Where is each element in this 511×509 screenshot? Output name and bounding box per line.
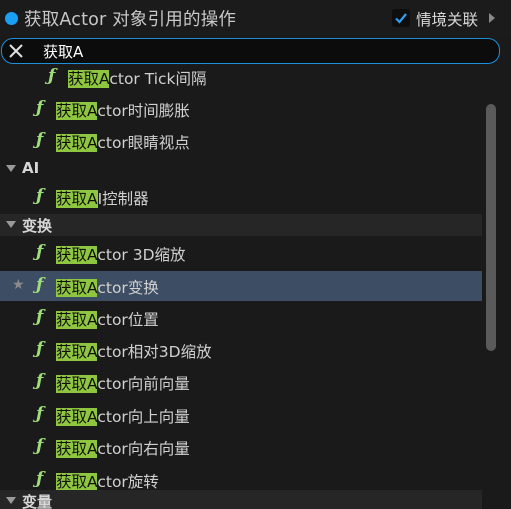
action-label-rest: ctor眼睛视点 (97, 134, 190, 152)
action-label-rest: ctor向右向量 (97, 440, 190, 458)
action-label: 获取Actor向前向量 (56, 372, 190, 394)
action-label: 获取Actor旋转 (56, 470, 159, 492)
action-label-rest: ctor向前向量 (97, 375, 190, 393)
function-icon: ƒ (36, 98, 44, 118)
action-list[interactable]: ƒ 获取Actor Tick间隔 ƒ 获取Actor时间膨胀 ƒ 获取Actor眼睛视点 A… (0, 64, 484, 509)
action-item[interactable]: ƒ 获取Actor眼睛视点 (0, 126, 482, 156)
action-label-rest: ctor时间膨胀 (97, 102, 190, 120)
function-icon: ƒ (36, 469, 44, 489)
search-match-highlight: 获取A (56, 375, 98, 393)
blueprint-context-icon (5, 12, 18, 25)
action-item[interactable]: ƒ 获取Actor向上向量 (0, 400, 482, 430)
action-label: 获取Actor位置 (56, 308, 159, 330)
category-label: 变换 (22, 217, 53, 235)
action-item[interactable]: ƒ 获取Actor向右向量 (0, 432, 482, 462)
action-label: 获取Actor相对3D缩放 (56, 340, 212, 362)
function-icon: ƒ (36, 371, 44, 391)
search-match-highlight: 获取A (68, 70, 110, 88)
function-icon: ƒ (36, 242, 44, 262)
search-match-highlight: 获取A (56, 440, 98, 458)
action-item[interactable]: ★ ƒ 获取Actor变换 (0, 271, 482, 301)
function-icon: ƒ (36, 275, 44, 295)
context-sensitive-label[interactable]: 情境关联 (416, 8, 478, 30)
favorite-star-icon[interactable]: ★ (12, 277, 25, 293)
action-label: 获取Actor向上向量 (56, 405, 190, 427)
action-label: 获取Actor Tick间隔 (68, 67, 207, 89)
action-item[interactable]: ƒ 获取Actor位置 (0, 303, 482, 333)
category-label: 变量 (22, 493, 53, 509)
collapse-arrow-icon[interactable] (6, 221, 16, 228)
action-label-rest: ctor变换 (97, 279, 159, 297)
action-item[interactable]: ƒ 获取Actor 3D缩放 (0, 238, 482, 268)
category-row[interactable]: 变换 (0, 214, 482, 236)
action-item[interactable]: ƒ 获取Actor Tick间隔 (0, 64, 482, 92)
search-match-highlight: 获取A (56, 343, 98, 361)
search-match-highlight: 获取A (56, 134, 98, 152)
search-input[interactable] (43, 40, 483, 62)
action-label-rest: ctor向上向量 (97, 408, 190, 426)
action-label: 获取Actor时间膨胀 (56, 99, 190, 121)
menu-title: 获取Actor 对象引用的操作 (24, 10, 237, 30)
action-label: 获取Actor 3D缩放 (56, 243, 186, 265)
function-icon: ƒ (48, 66, 56, 86)
category-label: AI (22, 159, 40, 177)
action-label-rest: ctor旋转 (97, 473, 159, 491)
function-icon: ƒ (36, 339, 44, 359)
function-icon: ƒ (36, 307, 44, 327)
action-label: 获取Actor向右向量 (56, 437, 190, 459)
collapse-arrow-icon[interactable] (6, 497, 16, 504)
search-match-highlight: 获取A (56, 102, 98, 120)
action-label-rest: I控制器 (97, 190, 149, 208)
action-label-rest: ctor相对3D缩放 (97, 343, 212, 361)
action-label: 获取Actor变换 (56, 276, 159, 298)
action-label-rest: ctor位置 (97, 311, 159, 329)
action-label-rest: ctor 3D缩放 (97, 246, 186, 264)
function-icon: ƒ (36, 404, 44, 424)
clear-search-icon[interactable] (8, 43, 24, 59)
action-label-rest: ctor Tick间隔 (109, 70, 207, 88)
collapse-arrow-icon[interactable] (6, 165, 16, 172)
function-icon: ƒ (36, 130, 44, 150)
action-item[interactable]: ƒ 获取AI控制器 (0, 182, 482, 212)
menu-header: 获取Actor 对象引用的操作 情境关联 (0, 0, 511, 37)
category-row[interactable]: AI (0, 158, 482, 180)
list-scrollbar[interactable] (486, 104, 496, 351)
search-match-highlight: 获取A (56, 246, 98, 264)
search-box[interactable] (1, 38, 500, 64)
search-match-highlight: 获取A (56, 473, 98, 491)
search-match-highlight: 获取A (56, 279, 98, 297)
context-options-arrow-icon[interactable] (489, 13, 495, 23)
search-match-highlight: 获取A (56, 190, 98, 208)
search-match-highlight: 获取A (56, 408, 98, 426)
checkmark-icon (395, 13, 407, 24)
action-item[interactable]: ƒ 获取Actor相对3D缩放 (0, 335, 482, 365)
action-label: 获取AI控制器 (56, 187, 149, 209)
category-row[interactable]: 变量 (0, 490, 482, 509)
function-icon: ƒ (36, 186, 44, 206)
context-sensitive-checkbox[interactable] (392, 9, 410, 27)
function-icon: ƒ (36, 436, 44, 456)
search-match-highlight: 获取A (56, 311, 98, 329)
action-item[interactable]: ƒ 获取Actor向前向量 (0, 367, 482, 397)
action-label: 获取Actor眼睛视点 (56, 131, 190, 153)
action-item[interactable]: ƒ 获取Actor时间膨胀 (0, 94, 482, 124)
